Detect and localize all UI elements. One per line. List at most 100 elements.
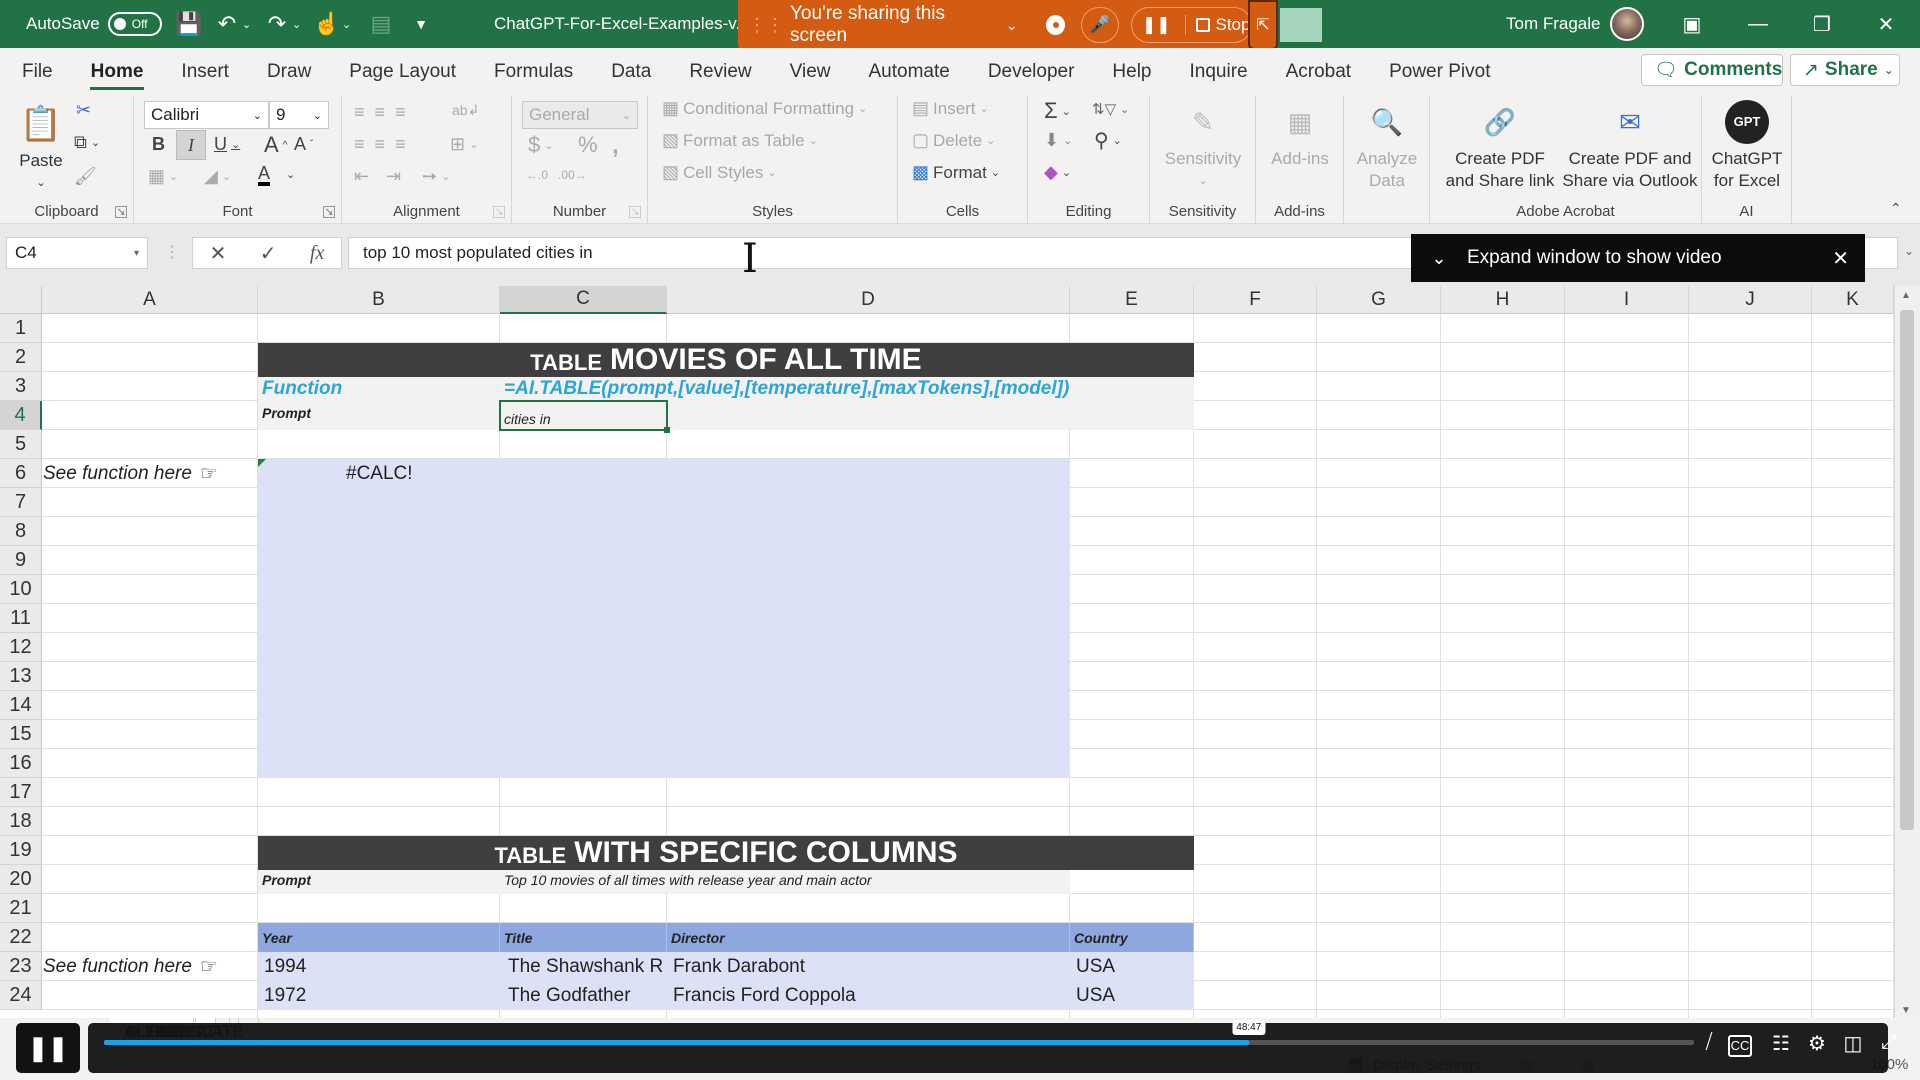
tab-automate[interactable]: Automate xyxy=(849,48,968,96)
tab-formulas[interactable]: Formulas xyxy=(475,48,592,96)
create-pdf-outlook-button[interactable]: ✉ Create PDF and Share via Outlook xyxy=(1560,100,1700,192)
font-color-dropdown-icon[interactable]: ⌄ xyxy=(286,168,295,181)
row-header-6[interactable]: 6 xyxy=(0,459,42,488)
format-painter-icon[interactable]: 🖌 xyxy=(74,166,97,187)
stop-button[interactable]: Stop xyxy=(1186,15,1250,35)
format-as-table-button[interactable]: ▧ Format as Table ⌄ xyxy=(662,130,818,151)
row-header-23[interactable]: 23 xyxy=(0,952,42,981)
customize-qat-icon[interactable]: ▼ xyxy=(406,16,436,32)
table-cell[interactable]: USA xyxy=(1070,981,1194,1010)
font-color-icon[interactable]: A xyxy=(258,164,271,186)
spill-range[interactable] xyxy=(258,459,1070,778)
expand-formula-bar-icon[interactable]: ⌄ xyxy=(1904,244,1914,258)
expand-video-toast[interactable]: ⌄ Expand window to show video ✕ xyxy=(1411,234,1865,282)
fill-color-icon[interactable]: ◢ ⌄ xyxy=(204,166,231,187)
borders-icon[interactable]: ▦ ⌄ xyxy=(148,166,178,187)
chevron-down-icon[interactable]: ⌄ xyxy=(1411,248,1467,269)
minimize-icon[interactable]: — xyxy=(1728,0,1788,48)
table-cell[interactable]: 1994 xyxy=(258,952,500,981)
column-header-c[interactable]: C xyxy=(500,286,667,314)
vertical-align-icons[interactable]: ≡≡≡ xyxy=(354,102,416,123)
redo-icon[interactable]: ↷ xyxy=(262,11,292,37)
currency-icon[interactable]: $ ⌄ xyxy=(528,132,553,158)
paste-button[interactable]: 📋 Paste ⌄ xyxy=(10,102,72,194)
tab-developer[interactable]: Developer xyxy=(969,48,1094,96)
find-select-icon[interactable]: ⚲ ⌄ xyxy=(1094,128,1122,153)
redo-dropdown-icon[interactable]: ⌄ xyxy=(292,18,306,31)
create-pdf-share-link-button[interactable]: 🔗 Create PDF and Share link xyxy=(1436,100,1564,192)
avatar[interactable] xyxy=(1610,7,1645,41)
dialog-launcher-icon[interactable]: ↘ xyxy=(629,206,641,218)
mute-icon[interactable]: ⧸ xyxy=(1692,1031,1726,1054)
scroll-down-icon[interactable]: ▼ xyxy=(1901,1005,1911,1016)
row-header-18[interactable]: 18 xyxy=(0,807,42,836)
bold-icon[interactable]: B xyxy=(152,134,165,155)
table-cell[interactable]: USA xyxy=(1070,952,1194,981)
dialog-launcher-icon[interactable]: ↘ xyxy=(493,206,505,218)
table-header-director[interactable]: Director xyxy=(667,923,1070,952)
clear-icon[interactable]: ◆ ⌄ xyxy=(1044,162,1071,183)
insert-cells-button[interactable]: ▤ Insert ⌄ xyxy=(912,98,989,119)
row-header-9[interactable]: 9 xyxy=(0,546,42,575)
captions-icon[interactable]: CC xyxy=(1728,1035,1752,1057)
table-header-title[interactable]: Title xyxy=(500,923,667,952)
row-header-1[interactable]: 1 xyxy=(0,314,42,343)
record-icon[interactable] xyxy=(1045,15,1065,35)
decrease-indent-icon[interactable]: ⇤ xyxy=(354,166,369,187)
formula-bar-grip-icon[interactable]: ⋮ xyxy=(164,242,180,262)
cancel-icon[interactable]: ✕ xyxy=(210,241,227,266)
column-header-g[interactable]: G xyxy=(1317,286,1441,314)
column-header-a[interactable]: A xyxy=(42,286,258,314)
dialog-launcher-icon[interactable]: ↘ xyxy=(115,206,127,218)
increase-indent-icon[interactable]: ⇥ xyxy=(386,166,401,187)
tab-page-layout[interactable]: Page Layout xyxy=(330,48,475,96)
row-header-13[interactable]: 13 xyxy=(0,662,42,691)
table-header-year[interactable]: Year xyxy=(258,923,500,952)
row-header-2[interactable]: 2 xyxy=(0,343,42,372)
autosum-icon[interactable]: Σ ⌄ xyxy=(1044,98,1071,124)
transcript-icon[interactable]: ☷ xyxy=(1764,1031,1798,1056)
table-cell[interactable]: The Shawshank R xyxy=(500,952,667,981)
percent-icon[interactable]: % xyxy=(578,132,598,158)
user-account[interactable]: Tom Fragale xyxy=(1506,0,1645,48)
tab-data[interactable]: Data xyxy=(592,48,670,96)
autosave[interactable]: AutoSave Off xyxy=(26,0,162,48)
row-header-3[interactable]: 3 xyxy=(0,372,42,401)
chevron-down-icon[interactable]: ⌄ xyxy=(1006,17,1018,34)
merge-center-icon[interactable]: ⊞ ⌄ xyxy=(450,134,478,155)
row-header-4[interactable]: 4 xyxy=(0,401,42,430)
prompt2-value[interactable]: Top 10 movies of all times with release … xyxy=(504,870,872,889)
tab-insert[interactable]: Insert xyxy=(162,48,248,96)
insert-function-icon[interactable]: fx xyxy=(310,242,324,265)
column-header-h[interactable]: H xyxy=(1441,286,1565,314)
column-header-i[interactable]: I xyxy=(1565,286,1689,314)
table-header-country[interactable]: Country xyxy=(1070,923,1194,952)
row-header-15[interactable]: 15 xyxy=(0,720,42,749)
table-cell[interactable]: 1972 xyxy=(258,981,500,1010)
font-size-select[interactable]: 9 ⌄ xyxy=(269,101,329,129)
format-cells-button[interactable]: ▩ Format ⌄ xyxy=(912,162,1000,183)
cell-styles-button[interactable]: ▧ Cell Styles ⌄ xyxy=(662,162,777,183)
tab-acrobat[interactable]: Acrobat xyxy=(1267,48,1370,96)
row-header-19[interactable]: 19 xyxy=(0,836,42,865)
restore-icon[interactable]: ❐ xyxy=(1792,0,1852,48)
active-cell-c4[interactable] xyxy=(499,400,670,433)
ribbon-display-icon[interactable]: ▣ xyxy=(1662,0,1722,48)
row-header-5[interactable]: 5 xyxy=(0,430,42,459)
autosave-toggle[interactable]: Off xyxy=(107,12,162,36)
tab-inquire[interactable]: Inquire xyxy=(1171,48,1267,96)
column-header-e[interactable]: E xyxy=(1070,286,1194,314)
settings-icon[interactable]: ⚙ xyxy=(1800,1031,1834,1056)
decrease-font-icon[interactable]: Aˇ xyxy=(294,134,313,155)
fill-icon[interactable]: ⬇ ⌄ xyxy=(1044,130,1072,151)
expand-share-icon[interactable]: ⇱ xyxy=(1248,0,1278,50)
increase-decimal-icon[interactable]: ←.0 xyxy=(526,168,548,182)
copy-icon[interactable]: ⧉ ⌄ xyxy=(74,132,100,153)
row-header-10[interactable]: 10 xyxy=(0,575,42,604)
table-cell[interactable]: Francis Ford Coppola xyxy=(667,981,1070,1010)
horizontal-align-icons[interactable]: ≡≡≡ xyxy=(354,134,416,155)
spreadsheet-grid[interactable]: A B C D E F G H I J K 1 2 3 4 5 6 7 8 9 10 11 12 13 14 15 16 17 18 19… xyxy=(0,286,1920,1022)
wrap-text-icon[interactable]: ab↲ xyxy=(452,102,479,119)
share-button[interactable]: ↗ Share ⌄ xyxy=(1790,54,1900,86)
row-header-8[interactable]: 8 xyxy=(0,517,42,546)
